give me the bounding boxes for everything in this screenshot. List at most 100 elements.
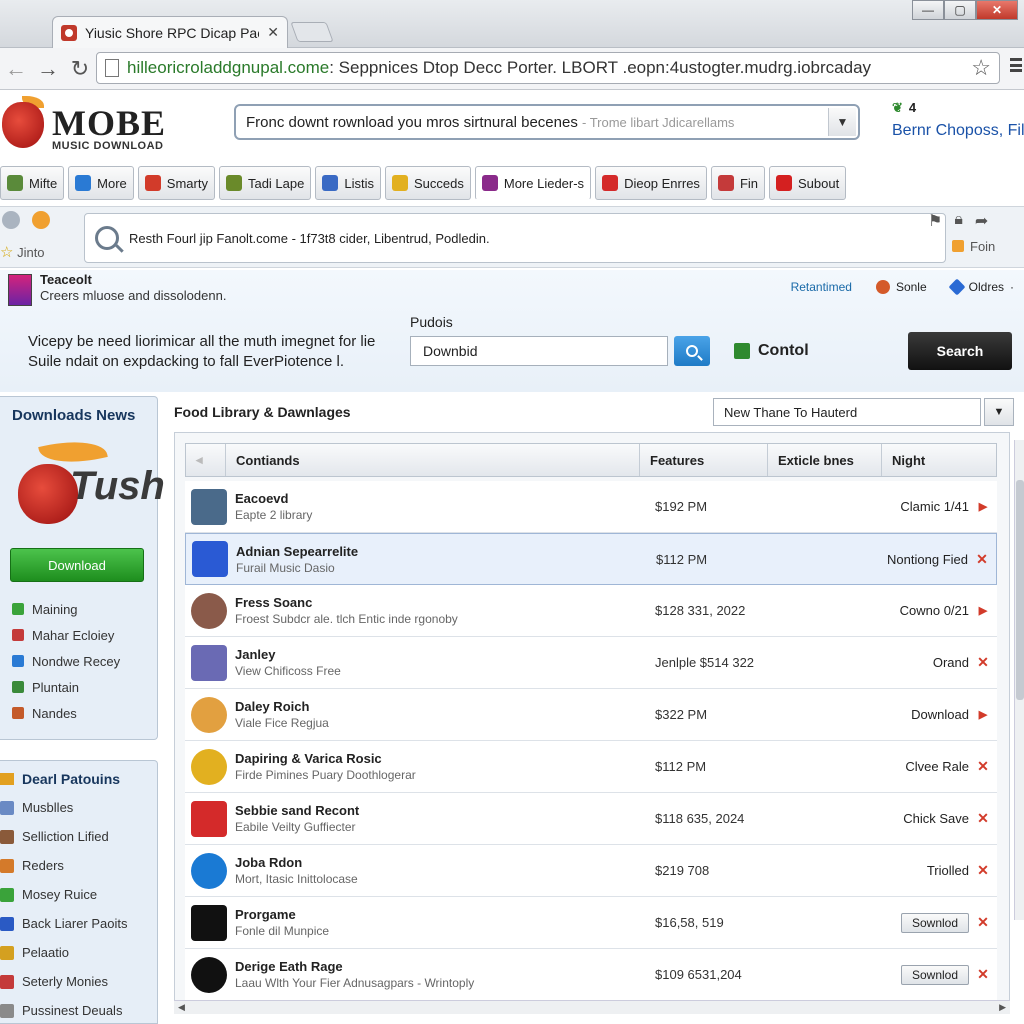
sidebar-item[interactable]: Pluntain: [12, 674, 157, 700]
row-title[interactable]: Dapiring & Varica Rosic: [235, 751, 645, 766]
table-row[interactable]: Sebbie sand Recont Eabile Veilty Guffiect…: [185, 793, 997, 845]
lock-icon[interactable]: 🔒︎: [954, 211, 963, 231]
sidebar-item[interactable]: Nondwe Recey: [12, 648, 157, 674]
control-link[interactable]: Contol: [734, 342, 809, 360]
promo-search-button[interactable]: [674, 336, 710, 366]
play-arrow-icon[interactable]: ▶: [977, 500, 989, 513]
play-arrow-icon[interactable]: ▶: [977, 708, 989, 721]
column-header[interactable]: Exticle bnes: [768, 444, 882, 476]
remove-x-icon[interactable]: ✕: [977, 966, 989, 983]
download-button[interactable]: Download: [10, 548, 144, 582]
maximize-button[interactable]: ▢: [944, 0, 976, 20]
close-window-button[interactable]: ✕: [976, 0, 1018, 20]
scrollbar-thumb[interactable]: [1016, 480, 1024, 700]
tab-close-icon[interactable]: ✕: [267, 24, 279, 41]
horizontal-scrollbar[interactable]: ◀ ▶: [174, 1000, 1010, 1014]
remove-x-icon[interactable]: ✕: [977, 758, 989, 775]
row-status[interactable]: Cowno 0/21: [900, 603, 969, 618]
toolbar-button[interactable]: Listis: [315, 166, 381, 200]
row-title[interactable]: Janley: [235, 647, 645, 662]
toolbar-button[interactable]: Subout: [769, 166, 847, 200]
sidebar2-item[interactable]: Pelaatio: [0, 938, 157, 967]
toolbar-button[interactable]: More: [68, 166, 134, 200]
sidebar2-item[interactable]: Back Liarer Paoits: [0, 909, 157, 938]
browser-tab[interactable]: Yiusic Shore RPC Dicap Pacert ✕: [52, 16, 288, 48]
bookmark-star-icon[interactable]: ☆: [971, 55, 991, 81]
sidebar2-item[interactable]: Pussinest Deuals: [0, 996, 157, 1024]
clock-icon[interactable]: [31, 211, 50, 229]
sonle-link[interactable]: Sonle: [875, 280, 927, 294]
toolbar-button[interactable]: Fin: [710, 166, 765, 200]
sidebar-item[interactable]: Maining: [12, 596, 157, 622]
row-status[interactable]: Clvee Rale: [905, 759, 969, 774]
remove-x-icon[interactable]: ✕: [977, 654, 989, 671]
sidebar2-item[interactable]: Musblles: [0, 793, 157, 822]
toolbar-button[interactable]: Mifte: [0, 166, 65, 200]
row-download-button[interactable]: Sownlod: [900, 964, 969, 985]
row-status[interactable]: Chick Save: [903, 811, 969, 826]
column-header[interactable]: Night: [882, 444, 996, 476]
row-title[interactable]: Derige Eath Rage: [235, 959, 645, 974]
browser-menu-icon[interactable]: [1010, 58, 1022, 72]
toolbar-button[interactable]: Dieop Enrres: [595, 166, 707, 200]
sidebar2-item[interactable]: Selliction Lified: [0, 822, 157, 851]
column-header[interactable]: Contiands: [226, 444, 640, 476]
toolbar-button[interactable]: More Lieder-s: [474, 166, 592, 200]
forward-arrow-icon[interactable]: →: [32, 56, 64, 82]
scroll-left-icon[interactable]: ◀: [178, 1002, 185, 1013]
share-arrow-icon[interactable]: ➦: [975, 211, 988, 231]
search-button[interactable]: Search: [908, 332, 1012, 370]
remove-x-icon[interactable]: ✕: [977, 914, 989, 931]
foin-link[interactable]: Foin: [952, 239, 1024, 254]
settings-icon[interactable]: [2, 211, 20, 229]
column-header[interactable]: Features: [640, 444, 768, 476]
table-row[interactable]: Janley View Chificoss Free Jenlple $514 32…: [185, 637, 997, 689]
sidebar-item[interactable]: Mahar Ecloiey: [12, 622, 157, 648]
row-status[interactable]: Triolled: [927, 863, 969, 878]
table-row[interactable]: Joba Rdon Mort, Itasic Inittolocase $219 7…: [185, 845, 997, 897]
sort-select[interactable]: New Thane To Hauterd: [713, 398, 981, 426]
row-status[interactable]: Clamic 1/41: [900, 499, 969, 514]
reload-icon[interactable]: ↻: [64, 56, 96, 82]
play-arrow-icon[interactable]: ▶: [977, 604, 989, 617]
row-download-button[interactable]: Sownlod: [900, 912, 969, 933]
remove-x-icon[interactable]: ✕: [977, 810, 989, 827]
sidebar-item[interactable]: Nandes: [12, 700, 157, 726]
table-row[interactable]: Adnian Sepearrelite Furail Music Dasio $11…: [185, 533, 997, 585]
site-logo[interactable]: MOBE MUSIC DOWNLOAD: [0, 96, 190, 160]
chevron-down-icon[interactable]: ▼: [828, 108, 856, 136]
header-search-input[interactable]: Fronc downt rownload you mros sirtnural …: [236, 114, 828, 131]
minimize-button[interactable]: —: [912, 0, 944, 20]
new-tab-button[interactable]: [290, 22, 334, 42]
row-title[interactable]: Prorgame: [235, 907, 645, 922]
sort-chevron-down-icon[interactable]: ▼: [984, 398, 1014, 426]
table-row[interactable]: Fress Soanc Froest Subdcr ale. tlch Entic…: [185, 585, 997, 637]
table-row[interactable]: Daley Roich Viale Fice Regjua $322 PM Downl…: [185, 689, 997, 741]
row-status[interactable]: Nontiong Fied: [887, 552, 968, 567]
sidebar2-item[interactable]: Seterly Monies: [0, 967, 157, 996]
table-row[interactable]: Dapiring & Varica Rosic Firde Pimines Pua…: [185, 741, 997, 793]
toolbar-button[interactable]: Smarty: [137, 166, 215, 200]
table-row[interactable]: Eacoevd Eapte 2 library $192 PM Clamic 1/41…: [185, 481, 997, 533]
user-name-link[interactable]: Bernr Choposs, Fill: [892, 122, 1024, 140]
promo-search-input[interactable]: Downbid: [410, 336, 668, 366]
retantimed-link[interactable]: Retantimed: [791, 280, 852, 294]
sidebar2-item[interactable]: Mosey Ruice: [0, 880, 157, 909]
row-title[interactable]: Sebbie sand Recont: [235, 803, 645, 818]
row-title[interactable]: Fress Soanc: [235, 595, 645, 610]
row-status[interactable]: Download: [911, 707, 969, 722]
table-row[interactable]: Prorgame Fonle dil Munpice $16,58, 519 Sown…: [185, 897, 997, 949]
toolbar-button[interactable]: Succeds: [384, 166, 471, 200]
toolbar-button[interactable]: Tadi Lape: [218, 166, 312, 200]
row-status[interactable]: Orand: [933, 655, 969, 670]
row-title[interactable]: Daley Roich: [235, 699, 645, 714]
scroll-right-icon[interactable]: ▶: [999, 1002, 1006, 1013]
oldres-link[interactable]: Oldres ·: [948, 278, 1014, 296]
back-arrow-icon[interactable]: ←: [0, 56, 32, 82]
remove-x-icon[interactable]: ✕: [976, 551, 988, 568]
vertical-scrollbar[interactable]: [1014, 440, 1024, 920]
row-title[interactable]: Eacoevd: [235, 491, 645, 506]
row-title[interactable]: Adnian Sepearrelite: [236, 544, 646, 559]
table-row[interactable]: Derige Eath Rage Laau Wlth Your Fier Adnu…: [185, 949, 997, 1001]
row-title[interactable]: Joba Rdon: [235, 855, 645, 870]
